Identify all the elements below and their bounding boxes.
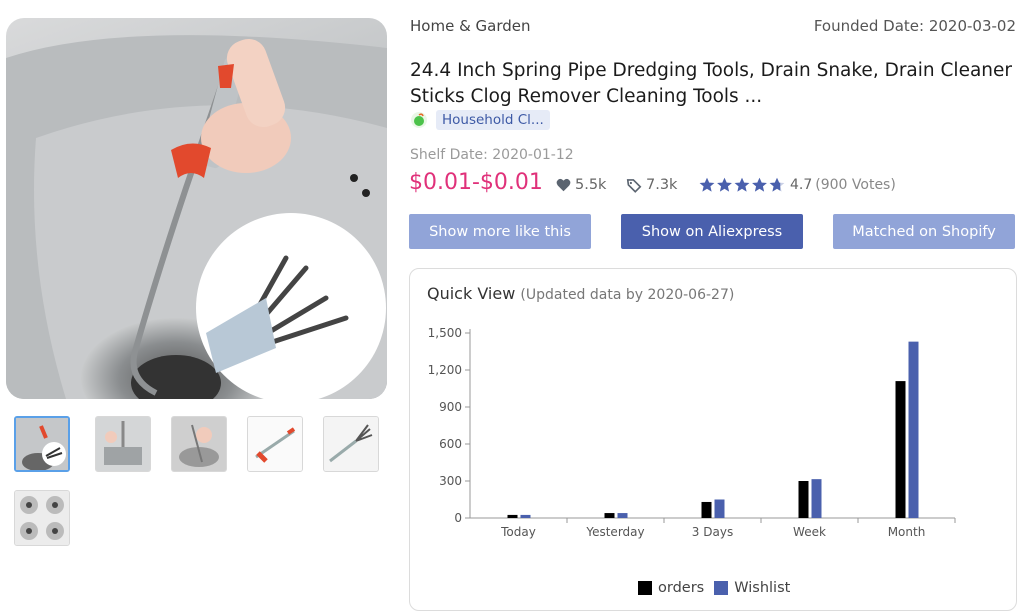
y-tick-label: 600 (439, 437, 462, 451)
category-label[interactable]: Home & Garden (410, 17, 531, 35)
bar-wishlist-week (811, 479, 822, 518)
bar-orders-week (798, 481, 809, 518)
y-tick-label: 300 (439, 474, 462, 488)
category-tag[interactable]: Household Cl... (436, 110, 550, 130)
rating: 4.7 (900 Votes) (699, 177, 896, 193)
bar-wishlist-yesterday (617, 513, 628, 518)
y-tick-label: 900 (439, 400, 462, 414)
heart-icon (556, 178, 571, 192)
star-rating-icon (699, 177, 785, 192)
legend-wishlist-label: Wishlist (734, 580, 791, 596)
bar-orders-today (507, 514, 518, 518)
wishlist-swatch (714, 581, 729, 595)
legend-orders[interactable]: orders (638, 580, 704, 596)
tags-stat: 7.3k (626, 177, 677, 193)
thumbnail-image (96, 417, 150, 471)
thumbnail-4[interactable] (247, 416, 303, 472)
star-filled (752, 177, 767, 192)
bar-orders-3-days (701, 501, 712, 518)
thumbnail-6[interactable] (14, 490, 70, 546)
quick-view-panel: Quick View (Updated data by 2020-06-27) … (409, 268, 1017, 611)
thumbnail-3[interactable] (171, 416, 227, 472)
thumbnail-2[interactable] (95, 416, 151, 472)
shelf-date: Shelf Date: 2020-01-12 (410, 147, 574, 163)
leaf-icon (411, 112, 427, 128)
bar-wishlist-3-days (714, 499, 725, 518)
star-filled (699, 177, 715, 192)
product-title: 24.4 Inch Spring Pipe Dredging Tools, Dr… (410, 60, 1012, 107)
rating-value: 4.7 (790, 177, 813, 193)
bar-wishlist-month (908, 341, 919, 518)
price: $0.01-$0.01 (409, 170, 543, 195)
chart-legend: orders Wishlist (638, 580, 790, 596)
bar-orders-month (895, 381, 906, 518)
bar-orders-yesterday (604, 513, 615, 518)
thumbnail-image (172, 417, 226, 471)
price-tag-icon (626, 178, 642, 193)
founded-date: Founded Date: 2020-03-02 (813, 17, 1016, 35)
bar-wishlist-today (520, 514, 531, 518)
show-more-like-this-button[interactable]: Show more like this (409, 214, 591, 249)
product-main-image[interactable] (6, 18, 387, 399)
thumbnail-image (15, 491, 69, 545)
thumbnail-image (324, 417, 378, 471)
show-on-aliexpress-button[interactable]: Show on Aliexpress (621, 214, 803, 249)
y-tick-label: 0 (454, 511, 462, 525)
x-tick-label: 3 Days (692, 525, 733, 539)
legend-wishlist[interactable]: Wishlist (714, 580, 790, 596)
tag-row: Household Cl... (410, 110, 550, 130)
matched-on-shopify-button[interactable]: Matched on Shopify (833, 214, 1015, 249)
x-tick-label: Month (888, 525, 926, 539)
thumbnail-image (16, 418, 68, 470)
star-filled (717, 177, 732, 192)
x-tick-label: Week (793, 525, 826, 539)
thumbnail-5[interactable] (323, 416, 379, 472)
legend-orders-label: orders (658, 580, 705, 596)
thumbnail-1[interactable] (14, 416, 70, 472)
y-tick-label: 1,200 (428, 363, 462, 377)
votes-count: (900 Votes) (815, 177, 896, 193)
orders-swatch (638, 581, 652, 595)
star-filled (734, 177, 750, 192)
y-tick-label: 1,500 (428, 326, 462, 340)
thumbnail-image (248, 417, 302, 471)
tags-count-value: 7.3k (646, 177, 678, 193)
likes-count: 5.5k (575, 177, 607, 193)
sink-illustration (6, 35, 387, 399)
likes-stat: 5.5k (556, 177, 606, 193)
orders-wishlist-chart: 0 300 600 900 1,200 1,500 Today Yesterday 3 Days… (428, 326, 956, 539)
x-tick-label: Yesterday (585, 525, 644, 539)
x-tick-label: Today (500, 525, 536, 539)
